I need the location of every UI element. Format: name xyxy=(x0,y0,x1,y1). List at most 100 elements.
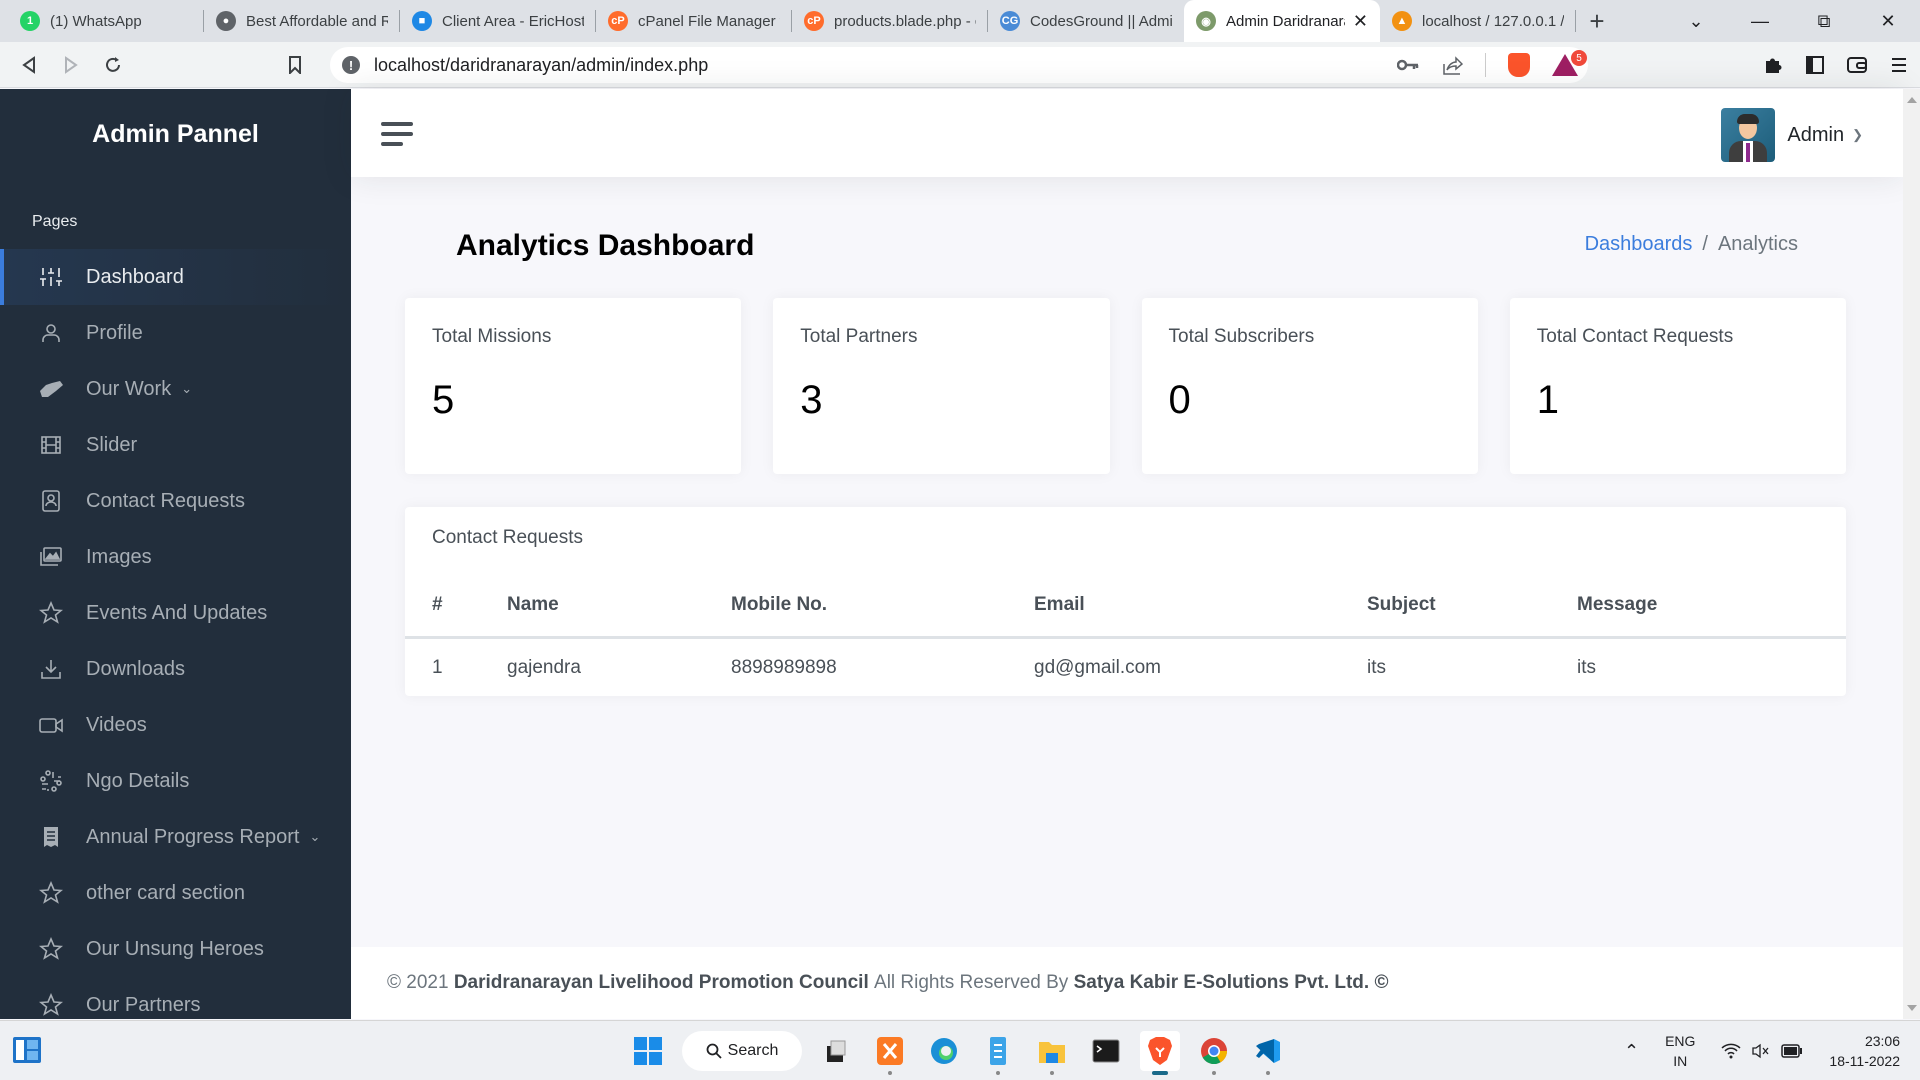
menu-button[interactable] xyxy=(1878,47,1920,83)
clock[interactable]: 23:06 18-11-2022 xyxy=(1829,1031,1900,1071)
details-icon xyxy=(38,768,64,794)
sidebar-item-our-work[interactable]: Our Work ⌄ xyxy=(0,361,351,417)
browser-tab[interactable]: 1 (1) WhatsApp xyxy=(8,0,204,42)
extensions-button[interactable] xyxy=(1752,47,1794,83)
brave-icon xyxy=(1148,1037,1172,1065)
back-button[interactable] xyxy=(8,47,50,83)
sidebar-item-images[interactable]: Images xyxy=(0,529,351,585)
quick-settings[interactable] xyxy=(1721,1043,1803,1059)
reload-button[interactable] xyxy=(92,47,134,83)
start-button[interactable] xyxy=(628,1031,668,1071)
whatsapp-icon: 1 xyxy=(20,11,40,31)
edge-icon xyxy=(931,1038,957,1064)
tab-title: CodesGround || Admin xyxy=(1030,12,1172,30)
site-info-icon[interactable]: ! xyxy=(342,56,360,74)
stat-label: Total Contact Requests xyxy=(1536,326,1734,347)
video-icon xyxy=(38,712,64,738)
sidebar-toggle-button[interactable] xyxy=(381,122,415,146)
url-text[interactable]: localhost/daridranarayan/admin/index.php xyxy=(374,55,708,76)
stat-label: Total Subscribers xyxy=(1168,326,1315,347)
chevron-down-icon[interactable]: ❯ xyxy=(1852,127,1863,143)
bookmark-icon xyxy=(289,55,301,74)
taskbar-edge[interactable] xyxy=(924,1031,964,1071)
browser-tab[interactable]: ▲ localhost / 127.0.0.1 / xyxy=(1380,0,1576,42)
restore-button[interactable]: ⧉ xyxy=(1792,11,1856,32)
terminal-icon xyxy=(1092,1039,1120,1063)
sidebar-item-annual-progress-report[interactable]: Annual Progress Report ⌄ xyxy=(0,809,351,865)
browser-tab[interactable]: ◉ Admin Daridranarayan ✕ xyxy=(1184,0,1380,42)
sidebar-item-slider[interactable]: Slider xyxy=(0,417,351,473)
notepad-icon xyxy=(990,1037,1006,1065)
star-icon xyxy=(38,880,64,906)
sidebar-item-contact-requests[interactable]: Contact Requests xyxy=(0,473,351,529)
breadcrumb: Dashboards / Analytics xyxy=(1584,233,1798,255)
battery-icon xyxy=(1781,1044,1803,1058)
browser-tab[interactable]: CG CodesGround || Admin xyxy=(988,0,1184,42)
language-indicator[interactable]: ENG IN xyxy=(1665,1031,1695,1071)
sidebar-item-dashboard[interactable]: Dashboard xyxy=(0,249,351,305)
taskbar-vscode[interactable] xyxy=(1248,1031,1288,1075)
sidebar-item-profile[interactable]: Profile xyxy=(0,305,351,361)
sidebar-item-events-and-updates[interactable]: Events And Updates xyxy=(0,585,351,641)
sidebar-brand[interactable]: Admin Pannel xyxy=(0,89,351,179)
sidebar-item-our-unsung-heroes[interactable]: Our Unsung Heroes xyxy=(0,921,351,977)
taskbar-search[interactable]: Search xyxy=(682,1031,802,1071)
sidebar-item-ngo-details[interactable]: Ngo Details xyxy=(0,753,351,809)
phpmyadmin-icon: ▲ xyxy=(1392,11,1412,31)
sidebar-item-label: Profile xyxy=(86,321,143,344)
sidebar-toggle-button[interactable] xyxy=(1794,47,1836,83)
wallet-button[interactable] xyxy=(1836,47,1878,83)
user-name[interactable]: Admin xyxy=(1787,124,1844,147)
sidebar-item-label: Images xyxy=(86,545,152,568)
address-bar[interactable]: ! localhost/daridranarayan/admin/index.p… xyxy=(330,47,1588,83)
show-hidden-icons-chevron[interactable]: ⌃ xyxy=(1624,1041,1639,1062)
taskbar-notepad[interactable] xyxy=(978,1031,1018,1075)
browser-tab[interactable]: ■ Client Area - EricHost xyxy=(400,0,596,42)
sliders-icon xyxy=(38,264,64,290)
browser-tab[interactable]: cP cPanel File Manager v3 xyxy=(596,0,792,42)
brave-rewards-icon[interactable]: 5 xyxy=(1552,50,1587,76)
sidebar-item-other-card-section[interactable]: other card section xyxy=(0,865,351,921)
taskbar-file-explorer[interactable] xyxy=(1032,1031,1072,1075)
sidebar-item-downloads[interactable]: Downloads xyxy=(0,641,351,697)
task-view-button[interactable] xyxy=(816,1031,856,1071)
chevron-down-icon: ⌄ xyxy=(181,381,193,396)
taskbar-brave[interactable] xyxy=(1140,1031,1180,1075)
breadcrumb-dashboards-link[interactable]: Dashboards xyxy=(1585,233,1693,255)
taskbar-chrome[interactable] xyxy=(1194,1031,1234,1075)
sidebar-item-label: Events And Updates xyxy=(86,601,268,624)
hamburger-menu-icon xyxy=(1892,58,1906,72)
sidebar-item-our-partners[interactable]: Our Partners xyxy=(0,977,351,1019)
widgets-button[interactable] xyxy=(12,1035,42,1065)
tab-search-icon[interactable]: ⌄ xyxy=(1664,11,1728,32)
browser-tab[interactable]: cP products.blade.php - c xyxy=(792,0,988,42)
card-title: Contact Requests xyxy=(432,527,584,548)
close-tab-icon[interactable]: ✕ xyxy=(1353,11,1368,32)
sidebar-item-label: Ngo Details xyxy=(86,769,190,792)
close-window-button[interactable]: ✕ xyxy=(1856,11,1920,32)
avatar[interactable] xyxy=(1721,108,1776,162)
taskbar-xampp[interactable] xyxy=(870,1031,910,1075)
password-key-icon[interactable] xyxy=(1397,59,1419,71)
erichost-icon: ■ xyxy=(412,11,432,31)
tab-title: cPanel File Manager v3 xyxy=(638,12,780,30)
contact-card-icon xyxy=(38,488,64,514)
share-icon[interactable] xyxy=(1441,54,1463,76)
table-cell: its xyxy=(1367,656,1386,678)
column-header: Mobile No. xyxy=(731,575,1034,639)
scroll-up-arrow[interactable] xyxy=(1907,97,1917,103)
scroll-down-arrow[interactable] xyxy=(1907,1005,1917,1011)
tab-title: products.blade.php - c xyxy=(834,12,976,30)
forward-button[interactable] xyxy=(50,47,92,83)
page-scrollbar[interactable] xyxy=(1903,89,1920,1019)
bookmark-button[interactable] xyxy=(274,47,316,83)
column-header: # xyxy=(405,575,507,639)
new-tab-button[interactable]: + xyxy=(1576,0,1618,42)
taskbar-terminal[interactable] xyxy=(1086,1031,1126,1071)
user-dropdown[interactable]: Admin ❯ xyxy=(1721,108,1863,162)
minimize-button[interactable]: — xyxy=(1728,11,1792,32)
browser-tab[interactable]: ● Best Affordable and Re xyxy=(204,0,400,42)
sidebar-item-videos[interactable]: Videos xyxy=(0,697,351,753)
tab-title: (1) WhatsApp xyxy=(50,12,142,30)
brave-shields-icon[interactable] xyxy=(1508,53,1530,77)
